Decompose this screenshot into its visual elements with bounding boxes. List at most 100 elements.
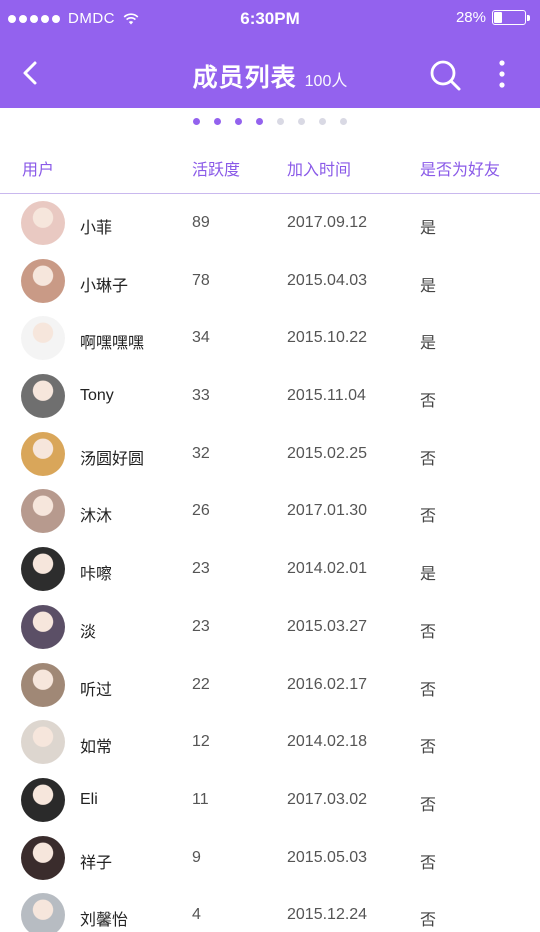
member-join-time: 2014.02.01	[287, 560, 368, 578]
member-is-friend: 否	[420, 739, 437, 757]
battery-percent: 28%	[455, 9, 486, 26]
battery-status: 28%	[456, 9, 530, 26]
member-is-friend: 否	[420, 393, 437, 411]
member-name: 咔嚓	[80, 566, 113, 584]
table-row[interactable]: 啊嘿嘿嘿 34 2015.10.22 是	[0, 309, 540, 367]
member-name: 汤圆好圆	[80, 450, 145, 468]
member-is-friend: 是	[420, 335, 437, 353]
avatar[interactable]	[21, 604, 65, 649]
avatar[interactable]	[21, 893, 65, 932]
member-join-time: 2017.09.12	[287, 214, 368, 231]
member-activity: 4	[192, 906, 201, 924]
member-name: 刘馨怡	[80, 912, 129, 930]
member-is-friend: 否	[420, 681, 437, 699]
avatar[interactable]	[21, 374, 65, 419]
member-join-time: 2017.01.30	[287, 502, 368, 520]
member-join-time: 2017.03.02	[287, 790, 368, 808]
member-name: 祥子	[80, 854, 113, 872]
member-join-time: 2015.05.03	[287, 848, 368, 866]
avatar[interactable]	[21, 258, 65, 303]
member-name: 沐沐	[80, 508, 113, 526]
table-row[interactable]: 小菲 89 2017.09.12 是	[0, 194, 540, 252]
table-row[interactable]: 汤圆好圆 32 2015.02.25 否	[0, 425, 540, 483]
page-dot[interactable]	[340, 118, 347, 125]
table-header: 用户 活跃度 加入时间 是否为好友	[0, 140, 540, 194]
table-row[interactable]: Eli 11 2017.03.02 否	[0, 771, 540, 829]
member-activity: 26	[192, 502, 210, 520]
member-activity: 23	[192, 560, 210, 578]
battery-tip	[527, 14, 530, 21]
avatar[interactable]	[21, 201, 65, 245]
avatar[interactable]	[21, 662, 65, 707]
page-title: 成员列表	[192, 64, 297, 92]
page-dot[interactable]	[319, 118, 326, 125]
avatar[interactable]	[21, 777, 65, 822]
page-dot[interactable]	[277, 118, 284, 125]
battery-icon	[492, 10, 526, 25]
member-is-friend: 否	[420, 854, 437, 872]
page-indicator[interactable]	[0, 118, 540, 125]
member-join-time: 2014.02.18	[287, 733, 368, 751]
table-row[interactable]: 如常 12 2014.02.18 否	[0, 713, 540, 771]
member-name: 听过	[80, 681, 113, 699]
column-header-is-friend[interactable]: 是否为好友	[420, 156, 500, 180]
table-row[interactable]: 刘馨怡 4 2015.12.24 否	[0, 886, 540, 932]
avatar[interactable]	[21, 547, 65, 592]
member-is-friend: 是	[420, 566, 437, 584]
member-count: 100人	[304, 73, 348, 90]
member-join-time: 2015.03.27	[287, 617, 368, 635]
member-activity: 9	[192, 848, 201, 866]
member-activity: 33	[192, 387, 210, 405]
avatar[interactable]	[21, 431, 65, 476]
member-join-time: 2015.04.03	[287, 271, 368, 289]
page-dot[interactable]	[193, 118, 200, 125]
member-name: 如常	[80, 739, 113, 757]
column-header-join-time[interactable]: 加入时间	[287, 156, 351, 180]
member-is-friend: 是	[420, 277, 437, 295]
member-activity: 23	[192, 617, 210, 635]
member-is-friend: 否	[420, 796, 437, 814]
member-activity: 34	[192, 329, 210, 347]
page-dot[interactable]	[214, 118, 221, 125]
page-dot[interactable]	[235, 118, 242, 125]
table-row[interactable]: 淡 23 2015.03.27 否	[0, 598, 540, 656]
member-is-friend: 否	[420, 623, 437, 641]
avatar[interactable]	[21, 835, 65, 880]
member-join-time: 2015.10.22	[287, 329, 368, 347]
table-row[interactable]: 咔嚓 23 2014.02.01 是	[0, 540, 540, 598]
table-row[interactable]: 小琳子 78 2015.04.03 是	[0, 252, 540, 310]
member-activity: 11	[192, 790, 209, 808]
app-header: DMDC 6:30PM 28% 成员列表 100人	[0, 0, 540, 108]
column-header-activity[interactable]: 活跃度	[192, 156, 240, 180]
member-join-time: 2015.02.25	[287, 444, 368, 462]
member-name: Eli	[80, 790, 98, 808]
member-list: 小菲 89 2017.09.12 是小琳子 78 2015.04.03 是啊嘿嘿嘿 34 201…	[0, 194, 540, 932]
avatar[interactable]	[21, 489, 65, 534]
member-is-friend: 是	[420, 220, 437, 237]
table-row[interactable]: 听过 22 2016.02.17 否	[0, 656, 540, 714]
member-activity: 89	[192, 214, 210, 231]
member-is-friend: 否	[420, 508, 437, 526]
page-dot[interactable]	[298, 118, 305, 125]
member-is-friend: 否	[420, 450, 437, 468]
column-header-user[interactable]: 用户	[22, 156, 54, 180]
page-dot[interactable]	[256, 118, 263, 125]
navigation-bar: 成员列表 100人	[0, 38, 540, 108]
avatar[interactable]	[21, 316, 65, 361]
table-row[interactable]: 祥子 9 2015.05.03 否	[0, 829, 540, 887]
member-join-time: 2016.02.17	[287, 675, 368, 693]
member-activity: 78	[192, 271, 210, 289]
member-join-time: 2015.12.24	[287, 906, 368, 924]
member-activity: 22	[192, 675, 210, 693]
member-name: Tony	[80, 387, 114, 405]
more-vertical-icon[interactable]	[492, 58, 512, 92]
search-icon[interactable]	[428, 58, 462, 92]
member-join-time: 2015.11.04	[287, 387, 366, 405]
status-bar: DMDC 6:30PM 28%	[0, 0, 540, 38]
member-is-friend: 否	[420, 912, 437, 930]
table-row[interactable]: 沐沐 26 2017.01.30 否	[0, 482, 540, 540]
member-name: 小菲	[80, 220, 113, 237]
member-activity: 12	[192, 733, 210, 751]
avatar[interactable]	[21, 720, 65, 765]
table-row[interactable]: Tony 33 2015.11.04 否	[0, 367, 540, 425]
